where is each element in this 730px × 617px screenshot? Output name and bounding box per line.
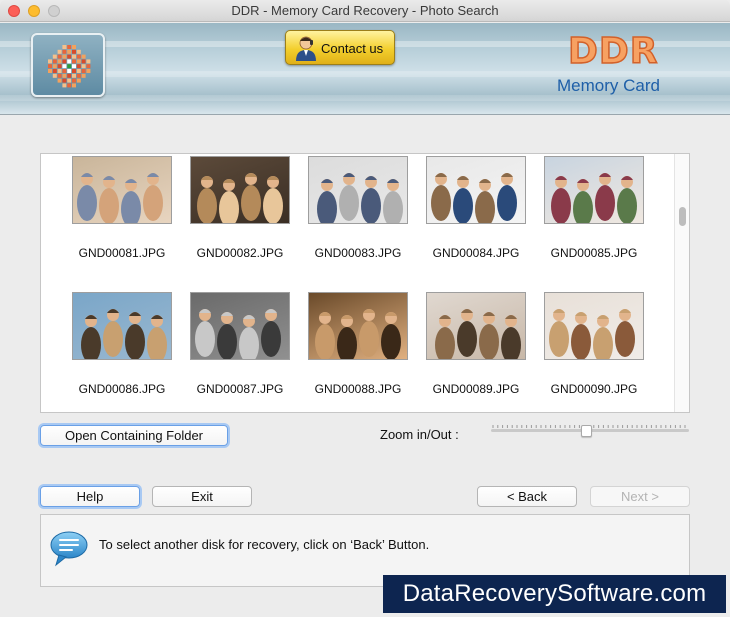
photo-filename: GND00090.JPG bbox=[550, 382, 638, 396]
photo-people-icon bbox=[551, 173, 637, 223]
window-title: DDR - Memory Card Recovery - Photo Searc… bbox=[231, 3, 499, 18]
open-containing-folder-button[interactable]: Open Containing Folder bbox=[40, 425, 228, 446]
logo-mosaic bbox=[48, 45, 91, 88]
contact-us-label: Contact us bbox=[321, 41, 384, 56]
help-button[interactable]: Help bbox=[40, 486, 140, 507]
photo-filename: GND00083.JPG bbox=[314, 246, 402, 260]
exit-button[interactable]: Exit bbox=[152, 486, 252, 507]
scrollbar-thumb[interactable] bbox=[679, 207, 686, 226]
photo-people-icon bbox=[549, 309, 635, 359]
photo-image[interactable] bbox=[72, 292, 172, 360]
photo-filename: GND00082.JPG bbox=[196, 246, 284, 260]
photo-filename: GND00084.JPG bbox=[432, 246, 520, 260]
brand-subtitle: Memory Card bbox=[557, 76, 660, 95]
photo-image[interactable] bbox=[190, 292, 290, 360]
photo-people-icon bbox=[77, 173, 163, 223]
photo-people-icon bbox=[317, 173, 403, 223]
photo-filename: GND00086.JPG bbox=[78, 382, 166, 396]
photo-people-icon bbox=[435, 309, 521, 359]
photo-people-icon bbox=[81, 309, 167, 359]
photo-image[interactable] bbox=[426, 292, 526, 360]
contact-us-button[interactable]: Contact us bbox=[285, 30, 395, 65]
header-banner: Contact us DDR Memory Card bbox=[0, 23, 730, 115]
photo-image[interactable] bbox=[308, 156, 408, 224]
next-button[interactable]: Next > bbox=[590, 486, 690, 507]
photo-thumbnail-panel: GND00081.JPG GND00082.JPG GND00083.JPG GND0… bbox=[40, 153, 690, 413]
app-window: DDR - Memory Card Recovery - Photo Searc… bbox=[0, 0, 730, 617]
zoom-slider-knob[interactable] bbox=[581, 425, 593, 437]
photo-image[interactable] bbox=[426, 156, 526, 224]
photo-image[interactable] bbox=[308, 292, 408, 360]
photo-filename: GND00081.JPG bbox=[78, 246, 166, 260]
support-person-icon bbox=[296, 36, 316, 61]
photo-filename: GND00085.JPG bbox=[550, 246, 638, 260]
watermark-banner: DataRecoverySoftware.com bbox=[383, 575, 726, 613]
photo-filename: GND00087.JPG bbox=[196, 382, 284, 396]
photo-image[interactable] bbox=[72, 156, 172, 224]
speech-bubble-icon bbox=[50, 531, 88, 567]
info-message: To select another disk for recovery, cli… bbox=[99, 537, 430, 552]
photo-people-icon bbox=[315, 309, 401, 359]
photo-image[interactable] bbox=[190, 156, 290, 224]
zoom-label: Zoom in/Out : bbox=[380, 427, 459, 442]
back-button[interactable]: < Back bbox=[477, 486, 577, 507]
photo-image[interactable] bbox=[544, 156, 644, 224]
photo-people-icon bbox=[197, 173, 283, 223]
photo-people-icon bbox=[431, 173, 517, 223]
title-bar: DDR - Memory Card Recovery - Photo Searc… bbox=[0, 0, 730, 22]
software-logo-icon bbox=[31, 33, 105, 97]
vertical-scrollbar[interactable] bbox=[674, 154, 689, 412]
photo-filename: GND00089.JPG bbox=[432, 382, 520, 396]
photo-image[interactable] bbox=[544, 292, 644, 360]
brand-title: DDR bbox=[567, 30, 659, 73]
photo-filename: GND00088.JPG bbox=[314, 382, 402, 396]
photo-people-icon bbox=[195, 309, 281, 359]
